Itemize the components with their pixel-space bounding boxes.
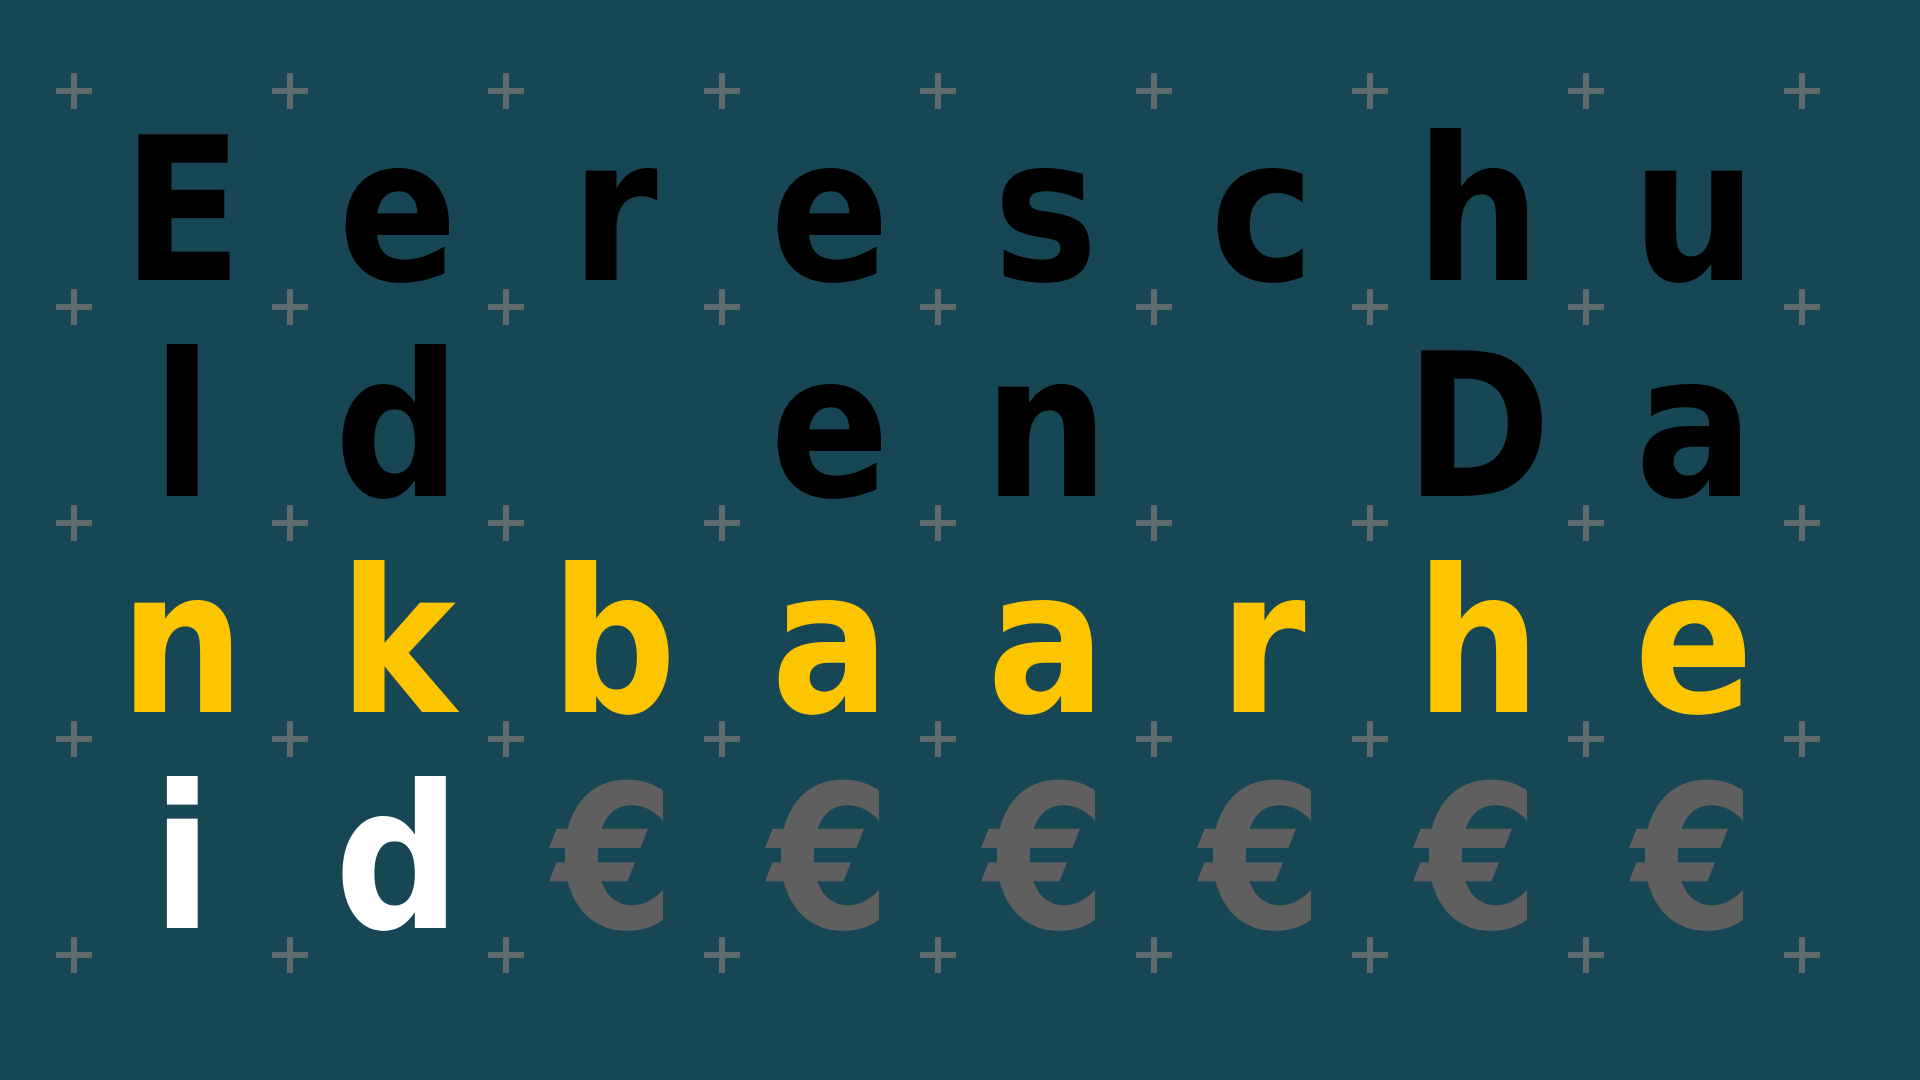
letter-glyph: l <box>151 311 213 544</box>
letter-cell: d <box>290 312 506 528</box>
letter-glyph: E <box>121 95 243 328</box>
letter-cell: a <box>722 528 938 744</box>
letter-glyph: a <box>1634 311 1754 544</box>
letter-glyph: € <box>1200 743 1324 976</box>
letter-glyph: € <box>1632 743 1756 976</box>
letter-glyph: € <box>552 743 676 976</box>
letter-cell: h <box>1370 96 1586 312</box>
letter-glyph: r <box>1218 527 1306 760</box>
letter-glyph: h <box>1415 95 1541 328</box>
letter-cell <box>506 312 722 528</box>
letter-glyph: e <box>338 95 458 328</box>
letter-glyph: h <box>1415 527 1541 760</box>
letter-cell: n <box>938 312 1154 528</box>
letter-cell: r <box>506 96 722 312</box>
letter-cell: E <box>74 96 290 312</box>
letter-cell: u <box>1586 96 1802 312</box>
letter-glyph: d <box>334 311 461 544</box>
letter-cell <box>1154 312 1370 528</box>
letter-cell: d <box>290 744 506 960</box>
letter-cell: i <box>74 744 290 960</box>
letter-cell: s <box>938 96 1154 312</box>
letter-glyph: € <box>1416 743 1540 976</box>
letter-cell: k <box>290 528 506 744</box>
letter-glyph: € <box>768 743 892 976</box>
letter-glyph: a <box>770 527 890 760</box>
letter-cell: n <box>74 528 290 744</box>
letter-cell: € <box>1370 744 1586 960</box>
letter-glyph: n <box>119 527 245 760</box>
letter-cell: D <box>1370 312 1586 528</box>
letter-glyph: e <box>770 311 890 544</box>
letter-cell: h <box>1370 528 1586 744</box>
letter-glyph: s <box>993 95 1099 328</box>
letter-cell: e <box>722 312 938 528</box>
letter-cell: € <box>722 744 938 960</box>
letter-cell: l <box>74 312 290 528</box>
letter-glyph: e <box>1634 527 1754 760</box>
letter-board: Ee r e s c h u l d e n Da n k b a a r h e i d € € € € € € <box>0 0 1920 1080</box>
letter-cell: € <box>1586 744 1802 960</box>
letter-cell: a <box>1586 312 1802 528</box>
letter-cell: e <box>290 96 506 312</box>
letter-glyph: n <box>983 311 1109 544</box>
letter-glyph: a <box>986 527 1106 760</box>
letter-glyph: k <box>339 527 457 760</box>
letter-cell: e <box>722 96 938 312</box>
letter-cell: b <box>506 528 722 744</box>
letter-cell: € <box>1154 744 1370 960</box>
letter-cell: e <box>1586 528 1802 744</box>
letter-cell: € <box>506 744 722 960</box>
letter-glyph: D <box>1404 311 1552 544</box>
letter-glyph: b <box>550 527 677 760</box>
letter-glyph: i <box>151 743 213 976</box>
letter-glyph: u <box>1631 95 1757 328</box>
letter-glyph: e <box>770 95 890 328</box>
letter-cell: € <box>938 744 1154 960</box>
letter-glyph: r <box>570 95 658 328</box>
letter-cell: r <box>1154 528 1370 744</box>
letter-grid-canvas: Ee r e s c h u l d e n Da n k b a a r h e i d € € € € € € <box>0 0 1920 1080</box>
letter-glyph: c <box>1209 95 1315 328</box>
letter-cell: a <box>938 528 1154 744</box>
letter-glyph: € <box>984 743 1108 976</box>
letter-cell: c <box>1154 96 1370 312</box>
letter-glyph: d <box>334 743 461 976</box>
